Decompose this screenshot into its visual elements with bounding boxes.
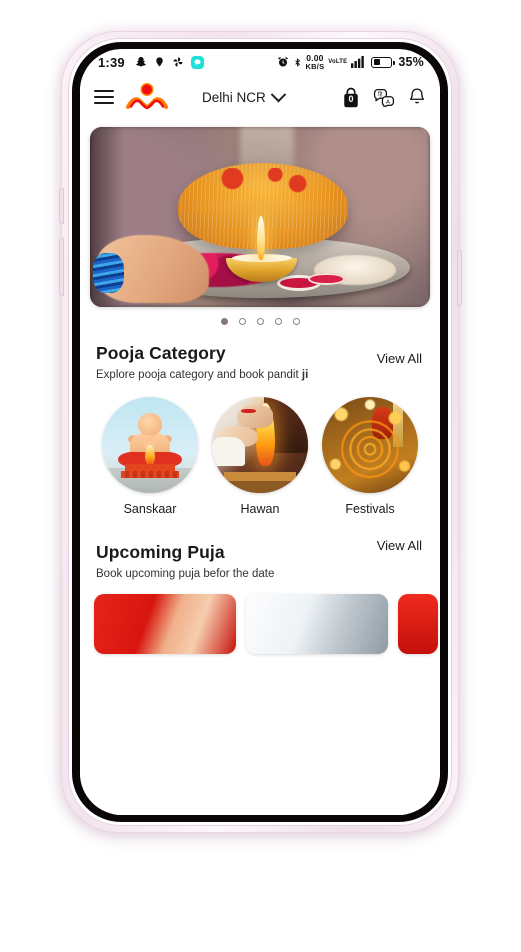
power-button[interactable]	[457, 250, 462, 306]
upcoming-puja-card[interactable]	[94, 594, 236, 654]
carousel-dot[interactable]	[256, 318, 264, 325]
section-title: Upcoming Puja	[96, 542, 225, 562]
sanskaar-illustration	[102, 397, 198, 493]
status-bar-right: 0.00 KB/S VoLTE 35%	[277, 54, 424, 70]
location-selector[interactable]: Delhi NCR	[202, 86, 287, 105]
chat-bubble-icon	[190, 55, 204, 69]
section-title: Pooja Category	[96, 343, 226, 363]
section-subtitle-text: Explore pooja category and book pandit	[96, 369, 302, 381]
upcoming-puja-card[interactable]	[246, 594, 388, 654]
upcoming-puja-card[interactable]	[398, 594, 438, 654]
translate-icon[interactable]: हि A	[373, 88, 395, 107]
pinwheel-icon	[172, 56, 184, 68]
status-bar: 1:39 0.00 KB/S VoLTE 35%	[80, 49, 440, 75]
main-content[interactable]: Pooja Category Explore pooja category an…	[80, 119, 440, 815]
screenshot-root: 1:39 0.00 KB/S VoLTE 35% Delhi NCR 0 हि …	[0, 0, 521, 952]
battery-percent: 35%	[398, 55, 424, 69]
section-upcoming-puja-header: Upcoming Puja Book upcoming puja befor t…	[80, 516, 440, 580]
carousel-dot[interactable]	[292, 318, 300, 325]
app-header-actions: 0 हि A	[342, 87, 426, 108]
category-label: Festivals	[345, 502, 395, 516]
view-all-upcoming-puja[interactable]: View All	[377, 538, 422, 553]
view-all-pooja-category[interactable]: View All	[377, 351, 422, 366]
location-label: Delhi NCR	[202, 89, 266, 105]
phone-screen: 1:39 0.00 KB/S VoLTE 35% Delhi NCR 0 हि …	[80, 49, 440, 815]
category-label: Hawan	[240, 502, 280, 516]
upcoming-puja-card-list[interactable]	[80, 580, 440, 654]
battery-icon	[371, 56, 395, 68]
snapchat-icon	[135, 56, 147, 68]
volume-down-button[interactable]	[59, 238, 64, 296]
hawan-photo	[212, 397, 308, 493]
bell-icon[interactable]	[408, 87, 426, 107]
carousel-dot[interactable]	[220, 318, 228, 325]
alarm-icon	[277, 56, 289, 68]
bluetooth-icon	[293, 56, 302, 69]
festivals-photo	[322, 397, 418, 493]
brand-logo[interactable]	[124, 82, 170, 112]
carousel-dot[interactable]	[274, 318, 282, 325]
network-speed-indicator: 0.00 KB/S	[306, 54, 325, 70]
status-bar-left: 1:39	[98, 55, 204, 70]
section-subtitle: Explore pooja category and book pandit j…	[96, 369, 424, 381]
section-subtitle-bold: ji	[301, 369, 309, 381]
location-pin-icon	[154, 56, 165, 68]
signal-bars-icon	[351, 56, 367, 68]
cart-button[interactable]: 0	[342, 87, 360, 108]
svg-text:हि: हि	[378, 91, 382, 98]
section-pooja-category-header: Pooja Category Explore pooja category an…	[80, 329, 440, 381]
category-item-festivals[interactable]: Festivals	[322, 397, 418, 516]
network-speed-unit: KB/S	[305, 61, 325, 71]
app-header: Delhi NCR 0 हि A	[80, 75, 440, 119]
svg-text:A: A	[386, 99, 390, 105]
carousel-dot[interactable]	[238, 318, 246, 325]
banner-carousel[interactable]	[80, 119, 440, 307]
volume-up-button[interactable]	[59, 188, 64, 224]
hamburger-menu-icon[interactable]	[94, 89, 114, 105]
chevron-down-icon	[270, 86, 287, 102]
banner-image[interactable]	[90, 127, 430, 307]
category-item-hawan[interactable]: Hawan	[212, 397, 308, 516]
network-type-indicator: VoLTE	[328, 58, 348, 65]
status-time: 1:39	[98, 54, 125, 70]
category-label: Sanskaar	[123, 502, 177, 516]
carousel-dots[interactable]	[80, 307, 440, 329]
cart-count-badge: 0	[348, 93, 354, 104]
pooja-category-list: Sanskaar Hawan Festivals	[80, 381, 440, 516]
category-item-sanskaar[interactable]: Sanskaar	[102, 397, 198, 516]
section-subtitle: Book upcoming puja befor the date	[96, 568, 275, 580]
